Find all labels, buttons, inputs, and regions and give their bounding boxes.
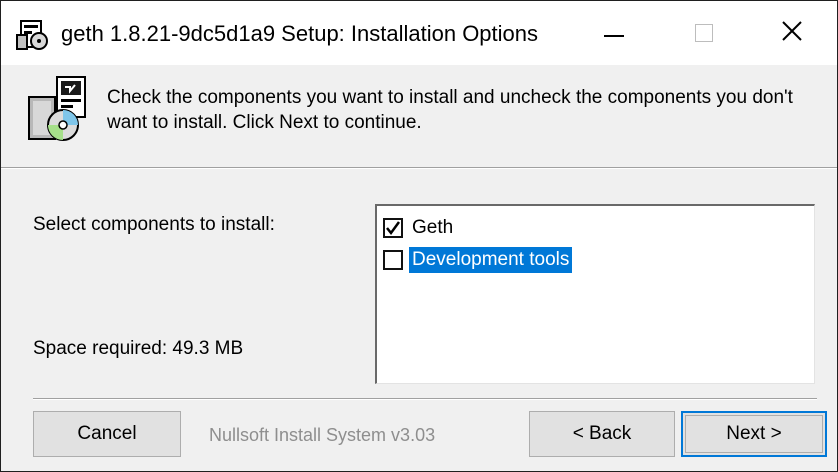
back-button[interactable]: < Back <box>529 411 675 457</box>
close-icon <box>780 19 804 48</box>
component-item-geth[interactable]: Geth <box>383 214 456 242</box>
maximize-button[interactable] <box>659 1 749 65</box>
title-bar[interactable]: geth 1.8.21-9dc5d1a9 Setup: Installation… <box>1 1 837 65</box>
installer-icon <box>15 17 51 53</box>
minimize-icon <box>604 35 624 37</box>
components-list[interactable]: Geth Development tools <box>375 204 815 384</box>
maximize-icon <box>695 24 713 42</box>
development-tools-checkbox[interactable] <box>383 250 403 270</box>
footer-divider <box>33 398 817 400</box>
next-button[interactable]: Next > <box>681 411 827 457</box>
header-divider <box>1 167 837 169</box>
nsis-branding: Nullsoft Install System v3.03 <box>209 425 436 445</box>
geth-checkbox[interactable] <box>383 218 403 238</box>
close-button[interactable] <box>747 1 837 65</box>
minimize-button[interactable] <box>569 1 659 65</box>
next-button-label: Next > <box>685 415 823 453</box>
window-title: geth 1.8.21-9dc5d1a9 Setup: Installation… <box>61 21 539 46</box>
cancel-button[interactable]: Cancel <box>33 411 181 457</box>
component-item-development-tools[interactable]: Development tools <box>383 246 573 274</box>
setup-window: geth 1.8.21-9dc5d1a9 Setup: Installation… <box>0 0 838 472</box>
header-panel: Check the components you want to install… <box>1 65 837 167</box>
component-label: Geth <box>412 217 454 238</box>
component-label: Development tools <box>409 247 573 273</box>
check-icon <box>386 221 401 236</box>
installer-cd-icon <box>27 75 89 143</box>
space-required-label: Space required: 49.3 MB <box>33 338 244 359</box>
select-components-label: Select components to install: <box>33 214 275 235</box>
header-description: Check the components you want to install… <box>107 87 793 133</box>
